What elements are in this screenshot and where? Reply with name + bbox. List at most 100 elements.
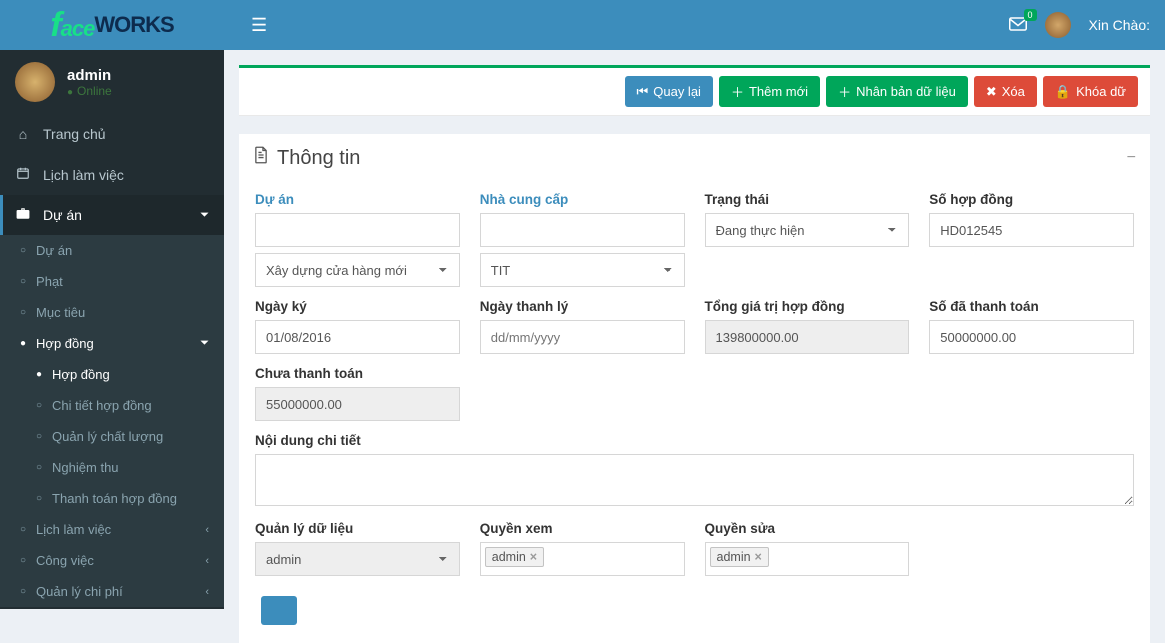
sidebar-item-label: Dự án — [43, 207, 82, 223]
circle-open-icon: ○ — [36, 400, 42, 411]
box-collapse-button[interactable]: − — [1127, 149, 1136, 167]
du-an-label[interactable]: Dự án — [255, 192, 460, 207]
user-panel: admin Online — [0, 50, 224, 114]
subitem-du-an[interactable]: ○Dự án — [0, 235, 224, 266]
header-greeting: Xin Chào: — [1089, 17, 1150, 33]
sidebar-item-label: Quản lý chi phí — [36, 584, 123, 599]
circle-open-icon: ○ — [20, 524, 26, 535]
noi-dung-textarea[interactable] — [255, 454, 1134, 506]
user-status: Online — [67, 84, 112, 98]
so-hop-dong-input[interactable] — [929, 213, 1134, 247]
ngay-thanh-ly-input[interactable] — [480, 320, 685, 354]
action-bar: ⏮ Quay lại ＋ Thêm mới ＋ Nhân bản dữ liệu… — [239, 65, 1150, 116]
logo-works: WORKS — [94, 12, 173, 38]
button-label: Nhân bản dữ liệu — [856, 84, 956, 99]
tag-remove-icon[interactable]: × — [755, 550, 762, 564]
chevron-down-icon: ⏷ — [200, 209, 209, 222]
circle-open-icon: ○ — [20, 586, 26, 597]
sidebar-item-label: Lịch làm việc — [43, 167, 124, 183]
circle-filled-icon: ● — [36, 369, 42, 380]
quan-ly-du-lieu-select[interactable]: admin — [255, 542, 460, 576]
sidebar-item-du-an[interactable]: Dự án ⏷ — [0, 195, 224, 235]
button-label: Thêm mới — [749, 84, 808, 99]
sidebar-item-trang-chu[interactable]: ⌂ Trang chủ — [0, 114, 224, 154]
lock-button[interactable]: 🔒 Khóa dữ — [1043, 76, 1138, 107]
main-header: ☰ 0 Xin Chào: — [224, 0, 1165, 50]
circle-open-icon: ○ — [36, 462, 42, 473]
subitem-phat[interactable]: ○ Phạt — [0, 266, 224, 297]
back-button[interactable]: ⏮ Quay lại — [625, 76, 713, 107]
sidebar-item-label: Chi tiết hợp đồng — [52, 398, 152, 413]
so-da-thanh-toan-label: Số đã thanh toán — [929, 299, 1134, 314]
subitem-muc-tieu[interactable]: ○Mục tiêu — [0, 297, 224, 328]
sidebar-item-label: Quản lý chất lượng — [52, 429, 163, 444]
chevron-down-icon: ⏷ — [200, 337, 209, 350]
du-an-select[interactable]: Xây dựng cửa hàng mới — [255, 253, 460, 287]
nha-cung-cap-text-input[interactable] — [480, 213, 685, 247]
chua-thanh-toan-label: Chưa thanh toán — [255, 366, 460, 381]
subitem-cong-viec[interactable]: ○Công việc‹ — [0, 545, 224, 576]
clone-button[interactable]: ＋ Nhân bản dữ liệu — [826, 76, 968, 107]
circle-open-icon: ○ — [20, 276, 26, 287]
ngay-ky-input[interactable] — [255, 320, 460, 354]
sidebar-item-label: Công việc — [36, 553, 94, 568]
header-right: 0 Xin Chào: — [1009, 12, 1150, 38]
tong-gia-tri-label: Tổng giá trị hợp đồng — [705, 299, 910, 314]
sidebar-item-label: Phạt — [36, 274, 63, 289]
nha-cung-cap-select[interactable]: TIT — [480, 253, 685, 287]
main-sidebar: admin Online ⌂ Trang chủ Lịch làm việc — [0, 50, 224, 609]
trang-thai-label: Trạng thái — [705, 192, 910, 207]
circle-open-icon: ○ — [20, 245, 26, 256]
circle-open-icon: ○ — [36, 493, 42, 504]
home-icon: ⌂ — [15, 126, 31, 142]
tag-remove-icon[interactable]: × — [530, 550, 537, 564]
circle-open-icon: ○ — [20, 307, 26, 318]
subitem-lich-lam-viec[interactable]: ○Lịch làm việc‹ — [0, 514, 224, 545]
sidebar-item-lich-lam-viec[interactable]: Lịch làm việc — [0, 154, 224, 195]
ngay-ky-label: Ngày ký — [255, 299, 460, 314]
save-button[interactable] — [261, 596, 297, 625]
plus-icon: ＋ — [838, 82, 851, 101]
sidebar-menu: ⌂ Trang chủ Lịch làm việc — [0, 114, 224, 607]
subsubitem-chi-tiet-hop-dong[interactable]: ○ Chi tiết hợp đồng — [0, 390, 224, 421]
sidebar-item-label: Nghiệm thu — [52, 460, 118, 475]
bars-icon: ☰ — [251, 15, 267, 35]
quyen-sua-taginput[interactable]: admin × — [705, 542, 910, 576]
logo[interactable]: ffaceaceWORKS — [0, 0, 224, 50]
user-name: admin — [67, 67, 112, 84]
sidebar-item-label: Lịch làm việc — [36, 522, 111, 537]
du-an-text-input[interactable] — [255, 213, 460, 247]
sidebar-item-label: Hợp đồng — [36, 336, 94, 351]
trang-thai-select[interactable]: Đang thực hiện — [705, 213, 910, 247]
content-wrapper: ⏮ Quay lại ＋ Thêm mới ＋ Nhân bản dữ liệu… — [224, 0, 1165, 643]
info-box: Thông tin − Dự án Xây dựng cửa hàng mới … — [239, 134, 1150, 643]
subsubitem-thanh-toan-hop-dong[interactable]: ○ Thanh toán hợp đồng — [0, 483, 224, 514]
subsubitem-quan-ly-chat-luong[interactable]: ○ Quản lý chất lượng — [0, 421, 224, 452]
subitem-hop-dong[interactable]: ●Hợp đồng ⏷ — [0, 328, 224, 359]
sidebar-item-label: Trang chủ — [43, 126, 106, 142]
mail-button[interactable]: 0 — [1009, 15, 1027, 36]
sidebar-item-label: Thanh toán hợp đồng — [52, 491, 177, 506]
so-hop-dong-label: Số hợp đồng — [929, 192, 1134, 207]
circle-open-icon: ○ — [36, 431, 42, 442]
nha-cung-cap-label[interactable]: Nhà cung cấp — [480, 192, 685, 207]
tag-admin[interactable]: admin × — [710, 547, 769, 567]
subitem-quan-ly-chi-phi[interactable]: ○ Quản lý chi phí ‹ — [0, 576, 224, 607]
subsubitem-nghiem-thu[interactable]: ○ Nghiệm thu — [0, 452, 224, 483]
quyen-xem-label: Quyền xem — [480, 521, 685, 536]
hop-dong-submenu: ●Hợp đồng ○ Chi tiết hợp đồng ○ Quản lý ch… — [0, 359, 224, 514]
mail-badge: 0 — [1024, 9, 1037, 21]
so-da-thanh-toan-input[interactable] — [929, 320, 1134, 354]
user-avatar[interactable] — [15, 62, 55, 102]
quyen-sua-label: Quyền sửa — [705, 521, 910, 536]
subsubitem-hop-dong[interactable]: ●Hợp đồng — [0, 359, 224, 390]
quyen-xem-taginput[interactable]: admin × — [480, 542, 685, 576]
chevron-left-icon: ‹ — [205, 586, 209, 598]
sidebar-toggle-button[interactable]: ☰ — [239, 7, 279, 44]
delete-button[interactable]: ✖ Xóa — [974, 76, 1037, 107]
chevron-left-icon: ‹ — [205, 555, 209, 567]
tag-admin[interactable]: admin × — [485, 547, 544, 567]
du-an-submenu: ○Dự án ○Phạt ○Mục tiêu ●Hợp đồng ⏷ ●Hợp … — [0, 235, 224, 607]
add-button[interactable]: ＋ Thêm mới — [719, 76, 820, 107]
header-avatar[interactable] — [1045, 12, 1071, 38]
